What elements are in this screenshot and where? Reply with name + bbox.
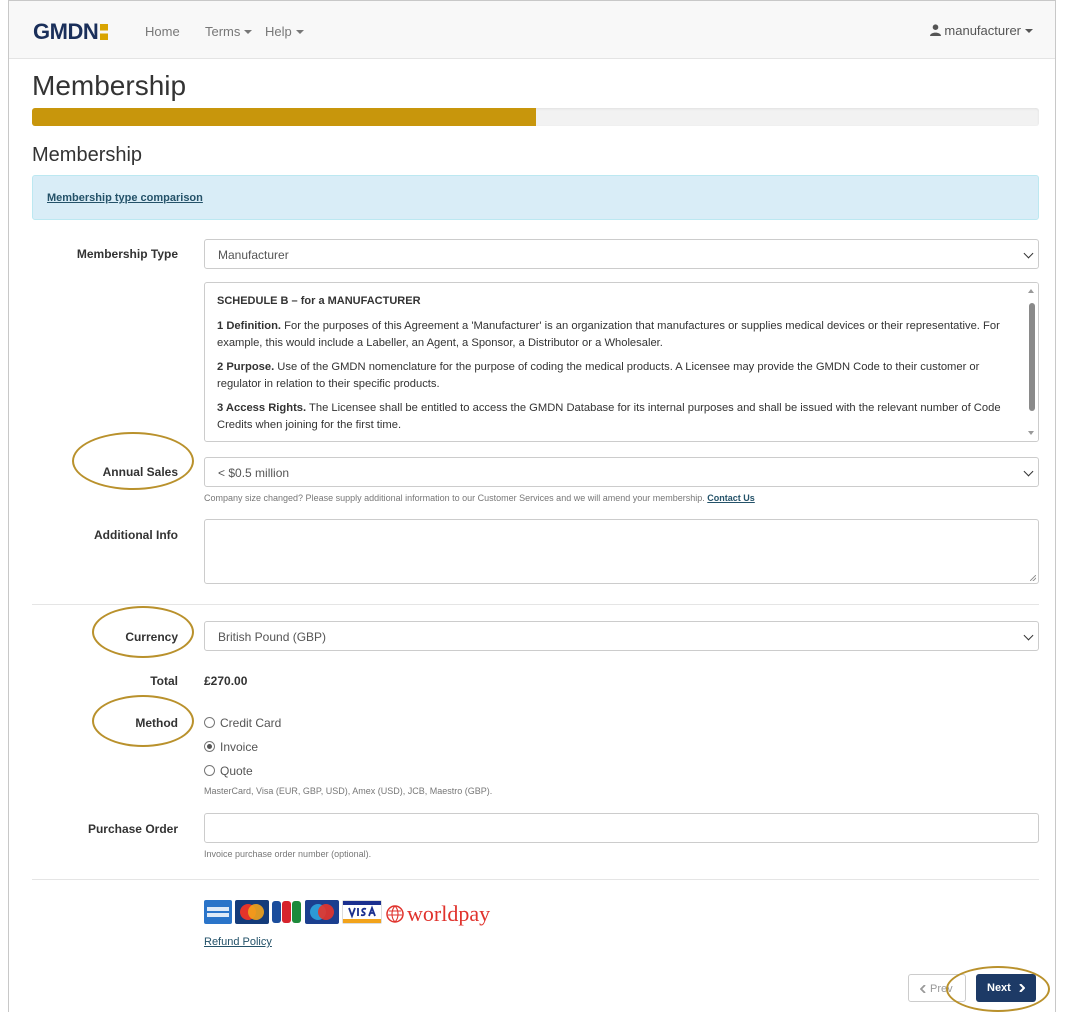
maestro-icon (305, 900, 339, 924)
divider (32, 879, 1039, 880)
terms-scroll-box[interactable]: SCHEDULE B – for a MANUFACTURER 1 Defini… (204, 282, 1039, 442)
method-option-quote[interactable]: Quote (204, 764, 253, 778)
radio-invoice[interactable] (204, 741, 215, 752)
total-amount: £270.00 (204, 674, 248, 688)
contact-us-link[interactable]: Contact Us (707, 493, 755, 503)
svg-text:worldpay: worldpay (407, 901, 490, 926)
nav-terms-dropdown[interactable]: Terms (205, 24, 253, 39)
caret-down-icon (295, 30, 304, 34)
purchase-order-help: Invoice purchase order number (optional)… (204, 849, 372, 859)
user-icon (930, 24, 942, 36)
caret-down-icon (244, 30, 253, 34)
terms-purpose: 2 Purpose. Use of the GMDN nomenclature … (217, 361, 980, 390)
page-frame (8, 0, 1056, 1012)
visa-icon (342, 900, 382, 924)
amex-icon (204, 900, 232, 924)
purchase-order-label: Purchase Order (87, 822, 178, 836)
scroll-thumb[interactable] (1029, 303, 1035, 411)
additional-info-label: Additional Info (94, 528, 178, 542)
gmdn-logo[interactable]: GMDN (33, 19, 109, 45)
membership-type-label: Membership Type (76, 247, 178, 261)
terms-scrollbar[interactable] (1026, 283, 1038, 441)
progress-bar (32, 108, 1039, 126)
membership-comparison-link[interactable]: Membership type comparison (47, 192, 203, 204)
membership-type-value: Manufacturer (218, 248, 289, 262)
jcb-icon (272, 900, 302, 924)
membership-type-select[interactable]: Manufacturer (204, 239, 1039, 269)
progress-fill (32, 108, 536, 126)
resize-grip-icon[interactable] (1030, 575, 1036, 581)
info-alert: Membership type comparison (32, 175, 1039, 220)
annual-sales-select[interactable]: < $0.5 million (204, 457, 1039, 487)
chevron-left-icon (920, 985, 926, 993)
top-navbar: GMDN Home Terms Help manufacturer (9, 1, 1055, 59)
radio-credit-card[interactable] (204, 717, 215, 728)
currency-value: British Pound (GBP) (218, 630, 327, 644)
caret-down-icon (1025, 29, 1033, 33)
chevron-down-icon (1023, 630, 1034, 641)
section-title: Membership (32, 144, 143, 166)
divider (32, 604, 1039, 605)
scroll-down-icon[interactable] (1028, 431, 1034, 435)
highlight-ring-currency (92, 606, 194, 658)
refund-policy-link[interactable]: Refund Policy (204, 936, 272, 948)
chevron-down-icon (1023, 248, 1034, 259)
terms-definition: 1 Definition. For the purposes of this A… (217, 320, 1000, 349)
purchase-order-input[interactable] (204, 813, 1039, 843)
highlight-ring-method (92, 695, 194, 747)
worldpay-icon: worldpay (386, 900, 522, 926)
nav-help-dropdown[interactable]: Help (265, 24, 304, 39)
method-option-invoice[interactable]: Invoice (204, 740, 258, 754)
total-label: Total (150, 674, 178, 688)
highlight-ring-next (946, 966, 1050, 1012)
scroll-up-icon[interactable] (1028, 289, 1034, 293)
highlight-ring-annual-sales (72, 432, 194, 490)
method-note: MasterCard, Visa (EUR, GBP, USD), Amex (… (204, 786, 493, 796)
user-menu[interactable]: manufacturer (930, 23, 1033, 38)
page-title: Membership (32, 70, 187, 101)
currency-select[interactable]: British Pound (GBP) (204, 621, 1039, 651)
terms-access-rights: 3 Access Rights. The Licensee shall be e… (217, 402, 1001, 431)
terms-heading: SCHEDULE B – for a MANUFACTURER (217, 295, 421, 307)
additional-info-textarea[interactable] (204, 519, 1039, 584)
nav-home[interactable]: Home (145, 24, 180, 39)
logo-mark-icon (100, 24, 109, 40)
annual-sales-help: Company size changed? Please supply addi… (204, 493, 755, 503)
method-option-credit-card[interactable]: Credit Card (204, 716, 281, 730)
annual-sales-value: < $0.5 million (218, 466, 290, 480)
chevron-down-icon (1023, 466, 1034, 477)
mastercard-icon (235, 900, 269, 924)
radio-quote[interactable] (204, 765, 215, 776)
